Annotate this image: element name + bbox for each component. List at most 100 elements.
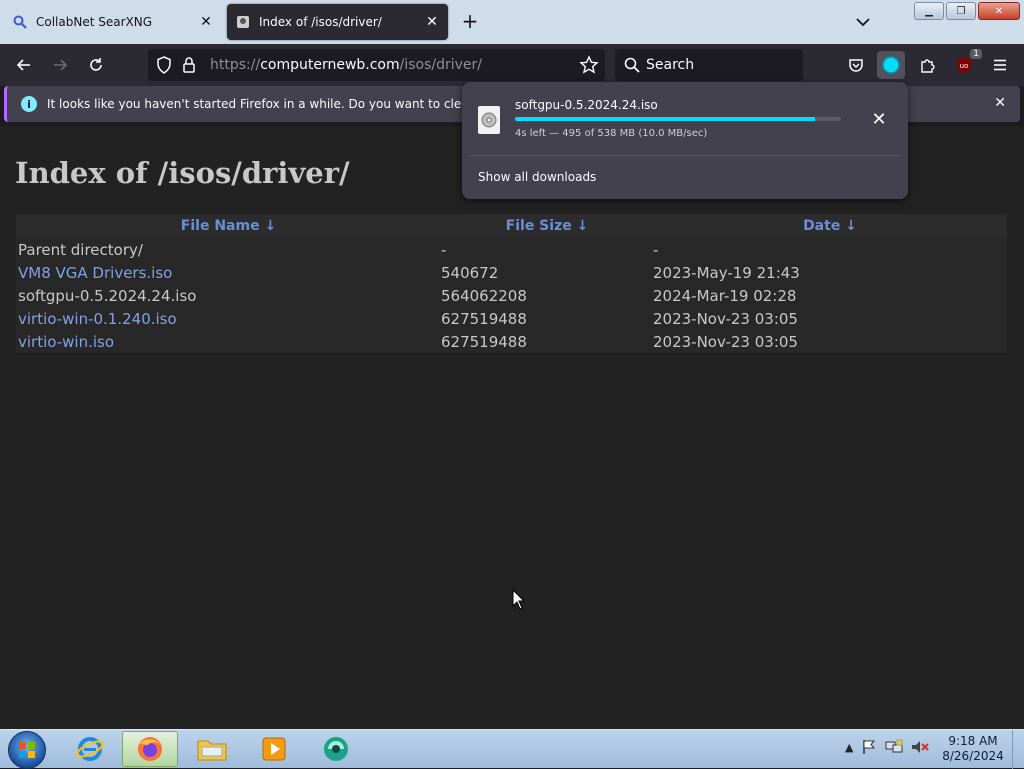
taskbar-file-explorer[interactable] xyxy=(184,731,240,767)
back-button[interactable] xyxy=(10,52,38,78)
table-row: virtio-win.iso 627519488 2023-Nov-23 03:… xyxy=(16,330,1007,353)
clock-time: 9:18 AM xyxy=(948,734,998,748)
file-date-cell: 2023-May-19 21:43 xyxy=(653,261,1007,284)
column-header-file-name[interactable]: File Name ↓ xyxy=(16,214,441,238)
taskbar-clock[interactable]: 9:18 AM 8/26/2024 xyxy=(936,734,1010,764)
file-date-cell: - xyxy=(653,238,1007,261)
windows-logo-icon xyxy=(19,742,35,758)
table-row: softgpu-0.5.2024.24.iso 564062208 2024-M… xyxy=(16,284,1007,307)
file-size-cell: 564062208 xyxy=(441,284,653,307)
search-bar[interactable]: Search xyxy=(615,49,803,81)
puzzle-icon xyxy=(921,59,935,73)
tab-index-driver[interactable]: Index of /isos/driver/ ✕ xyxy=(227,4,448,40)
sort-link[interactable]: Date ↓ xyxy=(803,218,857,234)
file-date-cell: 2023-Nov-23 03:05 xyxy=(653,307,1007,330)
taskbar-firefox[interactable] xyxy=(122,731,178,767)
file-name-cell: virtio-win.iso xyxy=(16,330,441,353)
download-filename[interactable]: softgpu-0.5.2024.24.iso xyxy=(515,98,658,112)
table-row: VM8 VGA Drivers.iso 540672 2023-May-19 2… xyxy=(16,261,1007,284)
tab-title: Index of /isos/driver/ xyxy=(259,15,382,29)
windows-taskbar: ▲ 9:18 AM 8/26/2024 xyxy=(0,729,1024,769)
network-icon[interactable] xyxy=(885,739,903,755)
file-link[interactable]: VM8 VGA Drivers.iso xyxy=(18,264,172,282)
chevron-down-icon xyxy=(856,18,870,27)
bookmark-star-icon[interactable] xyxy=(579,55,599,79)
file-link[interactable]: softgpu-0.5.2024.24.iso xyxy=(18,287,196,305)
panel-divider xyxy=(470,155,900,156)
column-header-date[interactable]: Date ↓ xyxy=(653,214,1007,238)
file-date-cell: 2023-Nov-23 03:05 xyxy=(653,330,1007,353)
reload-button[interactable] xyxy=(82,52,110,78)
address-bar[interactable]: https://computernewb.com/isos/driver/ xyxy=(148,49,605,81)
file-size-cell: 627519488 xyxy=(441,330,653,353)
extension-badge: 1 xyxy=(970,49,982,59)
new-tab-button[interactable]: + xyxy=(459,9,481,33)
url-scheme: https:// xyxy=(210,57,261,73)
file-link[interactable]: virtio-win.iso xyxy=(18,333,114,351)
lock-icon[interactable] xyxy=(182,56,196,78)
firefox-icon xyxy=(138,737,162,761)
pocket-button[interactable] xyxy=(842,51,870,79)
file-name-cell: softgpu-0.5.2024.24.iso xyxy=(16,284,441,307)
tracking-protection-icon[interactable] xyxy=(156,56,172,78)
list-all-tabs-button[interactable] xyxy=(853,12,873,32)
window-controls: ▁ ❐ ✕ xyxy=(914,2,1020,20)
tab-strip: CollabNet SearXNG ✕ Index of /isos/drive… xyxy=(0,0,1024,44)
table-row: Parent directory/ - - xyxy=(16,238,1007,261)
tab-searxng[interactable]: CollabNet SearXNG ✕ xyxy=(4,4,222,40)
mouse-cursor-icon xyxy=(512,589,526,610)
minimize-button[interactable]: ▁ xyxy=(914,2,944,20)
extensions-button[interactable] xyxy=(914,51,942,79)
file-listing-table: File Name ↓ File Size ↓ Date ↓ Parent di… xyxy=(16,214,1007,353)
download-progress-icon xyxy=(882,56,900,74)
file-size-cell: - xyxy=(441,238,653,261)
forward-button[interactable] xyxy=(46,52,74,78)
taskbar-internet-explorer[interactable] xyxy=(62,731,118,767)
taskbar-app-teal[interactable] xyxy=(308,731,364,767)
file-date-cell: 2024-Mar-19 02:28 xyxy=(653,284,1007,307)
close-tab-icon[interactable]: ✕ xyxy=(198,14,214,30)
taskbar-media-player[interactable] xyxy=(246,731,302,767)
show-all-downloads-button[interactable]: Show all downloads xyxy=(478,170,596,184)
teal-app-icon xyxy=(324,737,348,761)
start-button[interactable] xyxy=(8,731,46,769)
action-center-flag-icon[interactable] xyxy=(861,739,877,755)
downloads-button[interactable] xyxy=(877,51,905,79)
site-icon xyxy=(235,14,251,30)
close-tab-icon[interactable]: ✕ xyxy=(424,14,440,30)
ublock-button[interactable]: uo 1 xyxy=(950,49,982,79)
volume-muted-icon[interactable] xyxy=(911,739,930,755)
hamburger-menu-icon xyxy=(994,59,1006,71)
sort-link[interactable]: File Size ↓ xyxy=(506,218,589,234)
file-link[interactable]: virtio-win-0.1.240.iso xyxy=(18,310,177,328)
search-placeholder: Search xyxy=(646,57,695,73)
ublock-shield-icon: uo xyxy=(957,57,971,73)
url-path: /isos/driver/ xyxy=(399,57,483,73)
folder-icon xyxy=(197,740,227,761)
maximize-button[interactable]: ❐ xyxy=(946,2,976,20)
download-progress-bar xyxy=(515,117,841,121)
show-hidden-icons-icon[interactable]: ▲ xyxy=(845,741,853,754)
system-tray: ▲ xyxy=(845,739,930,755)
sort-link[interactable]: File Name ↓ xyxy=(181,218,276,234)
tab-title: CollabNet SearXNG xyxy=(36,15,153,29)
table-row: virtio-win-0.1.240.iso 627519488 2023-No… xyxy=(16,307,1007,330)
show-desktop-button[interactable] xyxy=(1012,730,1024,769)
page-title: Index of /isos/driver/ xyxy=(15,156,350,190)
close-icon[interactable]: ✕ xyxy=(994,95,1006,111)
app-menu-button[interactable] xyxy=(986,51,1014,79)
media-player-icon xyxy=(262,737,286,761)
navigation-toolbar: https://computernewb.com/isos/driver/ Se… xyxy=(0,44,1024,86)
arrow-right-icon xyxy=(54,59,68,71)
clock-date: 8/26/2024 xyxy=(942,749,1004,763)
cancel-download-button[interactable]: ✕ xyxy=(868,108,890,130)
parent-directory-link[interactable]: Parent directory/ xyxy=(18,241,143,259)
pocket-icon xyxy=(849,59,863,72)
close-window-button[interactable]: ✕ xyxy=(978,2,1020,20)
search-icon xyxy=(12,14,28,30)
url-text[interactable]: https://computernewb.com/isos/driver/ xyxy=(210,57,482,73)
arrow-left-icon xyxy=(16,59,30,71)
download-progress-fill xyxy=(515,117,815,121)
internet-explorer-icon xyxy=(76,737,104,761)
column-header-file-size[interactable]: File Size ↓ xyxy=(441,214,653,238)
